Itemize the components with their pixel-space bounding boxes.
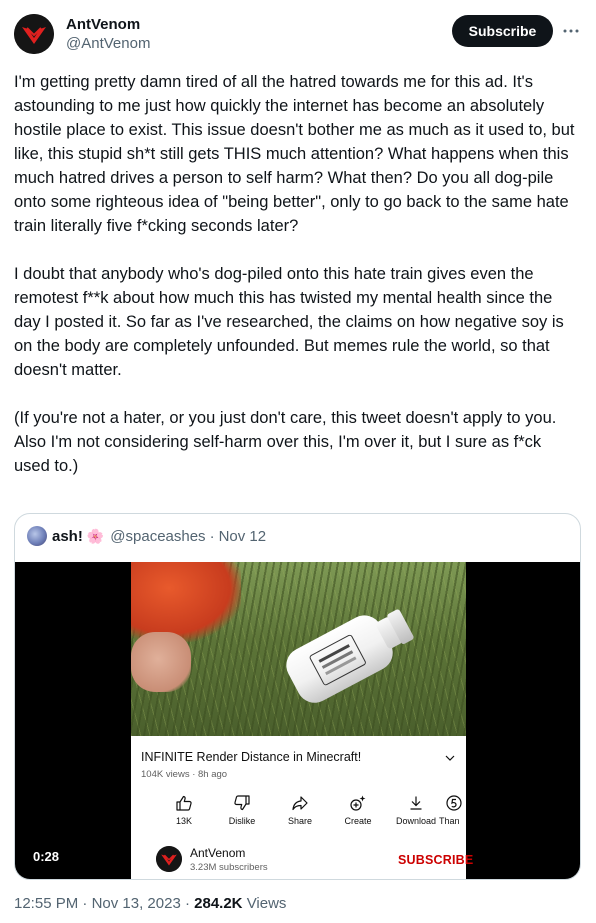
tweet-date[interactable]: Nov 13, 2023 — [92, 895, 181, 912]
thumbs-down-icon — [234, 795, 250, 811]
yt-like-action: 13K — [155, 794, 213, 826]
youtube-channel-row: AntVenom 3.23M subscribers SUBSCRIBE — [141, 846, 473, 876]
author-name[interactable]: AntVenom — [66, 15, 150, 34]
quoted-tweet[interactable]: ash! 🌸 @spaceashes · Nov 12 INFINITE Ren… — [14, 513, 581, 880]
yt-dislike-action: Dislike — [213, 794, 271, 826]
subscribe-button[interactable]: Subscribe — [452, 15, 553, 47]
tweet-footer: 12:55 PM · Nov 13, 2023 · 284.2K Views — [14, 895, 286, 912]
views-count: 284.2K — [194, 895, 243, 912]
video-player[interactable]: INFINITE Render Distance in Minecraft! 1… — [15, 562, 580, 879]
author-handle[interactable]: @AntVenom — [66, 34, 150, 54]
quote-author-name[interactable]: ash! — [52, 528, 83, 545]
tweet-text: I'm getting pretty damn tired of all the… — [14, 70, 580, 478]
youtube-channel-avatar — [156, 846, 182, 872]
red-cloth — [131, 562, 241, 642]
views-label: Views — [246, 895, 287, 912]
yt-like-label: 13K — [175, 816, 192, 826]
thanks-icon — [446, 795, 462, 811]
author-block[interactable]: AntVenom @AntVenom — [66, 15, 150, 54]
youtube-video-title: INFINITE Render Distance in Minecraft! — [141, 750, 362, 764]
more-horizontal-icon[interactable] — [560, 20, 582, 42]
thumbs-up-icon — [176, 795, 192, 811]
hand — [131, 632, 191, 692]
antvenom-logo-icon — [156, 846, 182, 872]
youtube-subscribe-label: SUBSCRIBE — [398, 853, 474, 867]
yt-create-action: Create — [329, 794, 387, 826]
video-duration-badge: 0:28 — [27, 845, 66, 867]
quote-date[interactable]: Nov 12 — [219, 528, 267, 545]
quote-header: ash! 🌸 @spaceashes · Nov 12 — [27, 526, 266, 546]
quote-avatar[interactable] — [27, 526, 47, 546]
yt-share-label: Share — [287, 816, 313, 826]
author-avatar[interactable] — [14, 14, 54, 54]
video-frame — [131, 562, 466, 736]
quote-separator: · — [209, 527, 215, 545]
quote-author-handle[interactable]: @spaceashes — [110, 528, 205, 545]
youtube-channel-name: AntVenom — [190, 846, 246, 860]
yt-thanks-label: Than — [439, 816, 460, 826]
youtube-channel-subscribers: 3.23M subscribers — [190, 862, 268, 873]
download-icon — [410, 796, 422, 810]
tweet-paragraph: I doubt that anybody who's dog-piled ont… — [14, 265, 564, 379]
yt-dislike-label: Dislike — [228, 816, 256, 826]
youtube-video-meta: 104K views · 8h ago — [141, 769, 228, 780]
footer-separator: · — [184, 895, 190, 912]
yt-download-action: Download — [387, 794, 445, 826]
flower-emoji-icon: 🌸 — [86, 527, 105, 544]
chevron-down-icon — [445, 755, 455, 761]
yt-thanks-action: Than — [439, 794, 466, 826]
yt-share-action: Share — [271, 794, 329, 826]
youtube-actions: 13K Dislike Share Create Download Than — [131, 794, 466, 832]
footer-separator: · — [82, 895, 88, 912]
tweet-paragraph: I'm getting pretty damn tired of all the… — [14, 73, 575, 235]
tweet-time[interactable]: 12:55 PM — [14, 895, 78, 912]
tweet-paragraph: (If you're not a hater, or you just don'… — [14, 409, 557, 475]
share-arrow-icon — [292, 796, 308, 811]
yt-create-label: Create — [344, 816, 372, 826]
antvenom-logo-icon — [14, 14, 54, 54]
youtube-panel: INFINITE Render Distance in Minecraft! 1… — [131, 736, 473, 879]
yt-download-label: Download — [395, 816, 437, 826]
create-sparkle-icon — [350, 795, 366, 811]
